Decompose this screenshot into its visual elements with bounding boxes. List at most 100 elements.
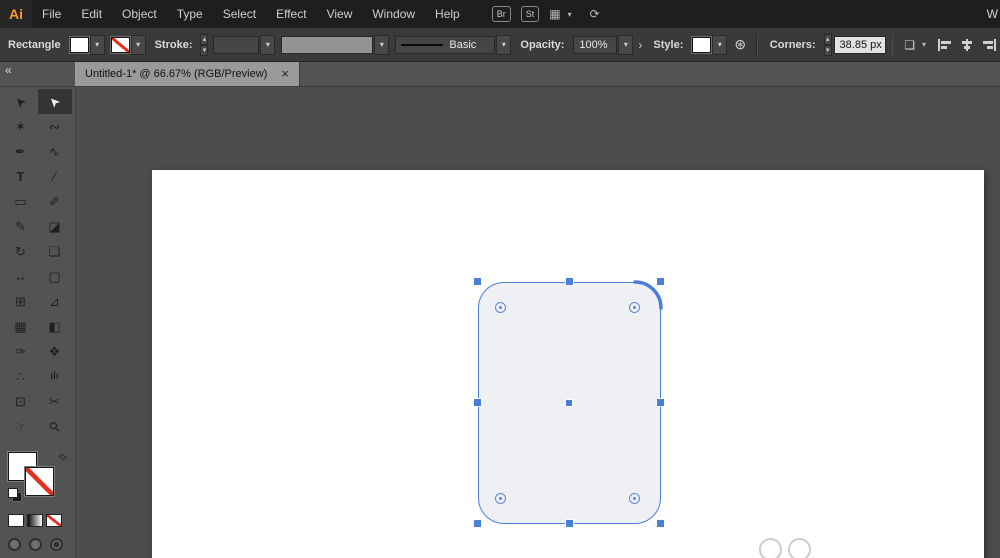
corner-widget-top-right[interactable] — [629, 302, 640, 313]
selection-handle-bottom-center[interactable] — [566, 520, 573, 527]
selection-handle-bottom-left[interactable] — [474, 520, 481, 527]
align-left-icon[interactable] — [934, 35, 956, 55]
magic-wand-tool[interactable]: ✶ — [4, 114, 38, 139]
illustrator-logo[interactable]: Ai — [0, 0, 32, 28]
chevron-down-icon[interactable]: ▾ — [260, 34, 276, 55]
shape-center-point[interactable] — [566, 400, 572, 406]
shape-builder-tool[interactable]: ⊞ — [4, 289, 38, 314]
eyedropper-tool[interactable]: ✑ — [4, 339, 38, 364]
bridge-icon[interactable]: Br — [491, 6, 511, 22]
menu-effect[interactable]: Effect — [266, 0, 316, 28]
curvature-tool[interactable]: ∿ — [38, 139, 72, 164]
artboard-tool[interactable]: ⊡ — [4, 389, 38, 414]
menu-edit[interactable]: Edit — [71, 0, 112, 28]
paintbrush-tool[interactable]: ✐ — [38, 189, 72, 214]
symbol-sprayer-tool[interactable]: ∴ — [4, 364, 38, 389]
menu-object[interactable]: Object — [112, 0, 167, 28]
selection-handle-middle-left[interactable] — [474, 399, 481, 406]
collapse-panel-icon[interactable]: « — [5, 63, 12, 77]
menu-view[interactable]: View — [317, 0, 363, 28]
chevron-down-icon[interactable]: ▾ — [712, 34, 728, 55]
align-right-icon[interactable] — [978, 35, 1000, 55]
stepper-down-icon[interactable]: ▾ — [200, 44, 209, 56]
color-button[interactable] — [8, 514, 24, 527]
zoom-tool[interactable]: ⚲ — [38, 414, 72, 439]
chevron-down-icon[interactable]: ▾ — [130, 34, 146, 55]
stepper-up-icon[interactable]: ▴ — [823, 33, 832, 45]
chevron-down-icon[interactable]: ▾ — [568, 10, 572, 19]
brush-definition-control[interactable]: Basic ▾ — [395, 34, 512, 55]
stepper-down-icon[interactable]: ▾ — [823, 44, 832, 56]
arrange-icon[interactable]: ❏ — [904, 38, 915, 52]
opacity-control[interactable]: 100% ▾ — [573, 34, 634, 55]
document-tab[interactable]: Untitled-1* @ 66.67% (RGB/Preview) × — [75, 61, 300, 86]
blend-tool[interactable]: ❖ — [38, 339, 72, 364]
menu-window[interactable]: Window — [362, 0, 425, 28]
draw-behind-icon[interactable] — [29, 538, 42, 551]
direct-selection-tool[interactable]: ➤ — [37, 89, 72, 114]
stroke-width-control[interactable]: ▾ — [213, 34, 276, 55]
pen-tool[interactable]: ✒ — [4, 139, 38, 164]
opacity-field[interactable]: 100% — [573, 35, 618, 54]
transparency-flyout-icon[interactable]: › — [638, 38, 642, 52]
stock-icon[interactable]: St — [520, 6, 540, 22]
recolor-artwork-icon[interactable]: ⊛ — [734, 36, 746, 53]
corners-stepper[interactable]: ▴ ▾ — [823, 33, 832, 56]
hand-tool[interactable]: ☞ — [4, 414, 38, 439]
stroke-width-field[interactable] — [213, 35, 260, 54]
shaper-tool[interactable]: ✎ — [4, 214, 38, 239]
corner-widget-bottom-left[interactable] — [495, 493, 506, 504]
lasso-tool[interactable]: ∾ — [38, 114, 72, 139]
width-profile-control[interactable]: ▾ — [281, 34, 390, 55]
graphic-style-control[interactable]: ▾ — [692, 34, 728, 55]
width-profile-field[interactable] — [281, 35, 374, 54]
stroke-none-swatch[interactable] — [110, 36, 130, 53]
column-graph-tool[interactable]: ılı — [38, 364, 72, 389]
line-segment-tool[interactable]: ∕ — [38, 164, 72, 189]
chevron-down-icon[interactable]: ▾ — [618, 34, 634, 55]
close-icon[interactable]: × — [281, 66, 289, 81]
align-center-icon[interactable] — [956, 35, 978, 55]
none-button[interactable] — [46, 514, 62, 527]
selection-handle-top-center[interactable] — [566, 278, 573, 285]
fill-color-control[interactable]: ▾ — [69, 34, 105, 55]
chevron-down-icon[interactable]: ▾ — [374, 34, 390, 55]
width-tool[interactable]: ↔ — [4, 264, 38, 289]
corner-widget-bottom-right[interactable] — [629, 493, 640, 504]
draw-normal-icon[interactable] — [8, 538, 21, 551]
corners-value-field[interactable]: 38.85 px — [833, 35, 886, 54]
slice-tool[interactable]: ✂ — [38, 389, 72, 414]
rotate-tool[interactable]: ↻ — [4, 239, 38, 264]
stroke-width-stepper[interactable]: ▴ ▾ — [200, 33, 209, 56]
fill-color-swatch[interactable] — [69, 36, 89, 53]
draw-inside-icon[interactable] — [50, 538, 63, 551]
scale-tool[interactable]: ❏ — [38, 239, 72, 264]
canvas[interactable] — [75, 86, 1000, 558]
chevron-down-icon[interactable]: ▾ — [922, 40, 926, 49]
workspace-switcher-icon[interactable]: ▦ — [549, 7, 560, 21]
selection-handle-top-left[interactable] — [474, 278, 481, 285]
chevron-down-icon[interactable]: ▾ — [89, 34, 105, 55]
selection-handle-middle-right[interactable] — [657, 399, 664, 406]
menu-file[interactable]: File — [32, 0, 71, 28]
sync-icon[interactable]: ⟳ — [590, 7, 600, 21]
eraser-tool[interactable]: ◪ — [38, 214, 72, 239]
mesh-tool[interactable]: ▦ — [4, 314, 38, 339]
stepper-up-icon[interactable]: ▴ — [200, 33, 209, 45]
chevron-down-icon[interactable]: ▾ — [496, 34, 512, 55]
menu-help[interactable]: Help — [425, 0, 470, 28]
menu-type[interactable]: Type — [167, 0, 213, 28]
selection-tool[interactable]: ➤ — [4, 89, 38, 114]
type-tool[interactable]: T — [4, 164, 38, 189]
menu-select[interactable]: Select — [213, 0, 266, 28]
graphic-style-swatch[interactable] — [692, 36, 712, 53]
selection-handle-bottom-right[interactable] — [657, 520, 664, 527]
selection-handle-top-right[interactable] — [657, 278, 664, 285]
rectangle-tool[interactable]: ▭ — [4, 189, 38, 214]
brush-definition-field[interactable]: Basic — [395, 35, 496, 54]
free-transform-tool[interactable]: ▢ — [38, 264, 72, 289]
perspective-grid-tool[interactable]: ⊿ — [38, 289, 72, 314]
corner-widget-top-left[interactable] — [495, 302, 506, 313]
gradient-tool[interactable]: ◧ — [38, 314, 72, 339]
default-fill-stroke-icon[interactable] — [8, 488, 22, 502]
